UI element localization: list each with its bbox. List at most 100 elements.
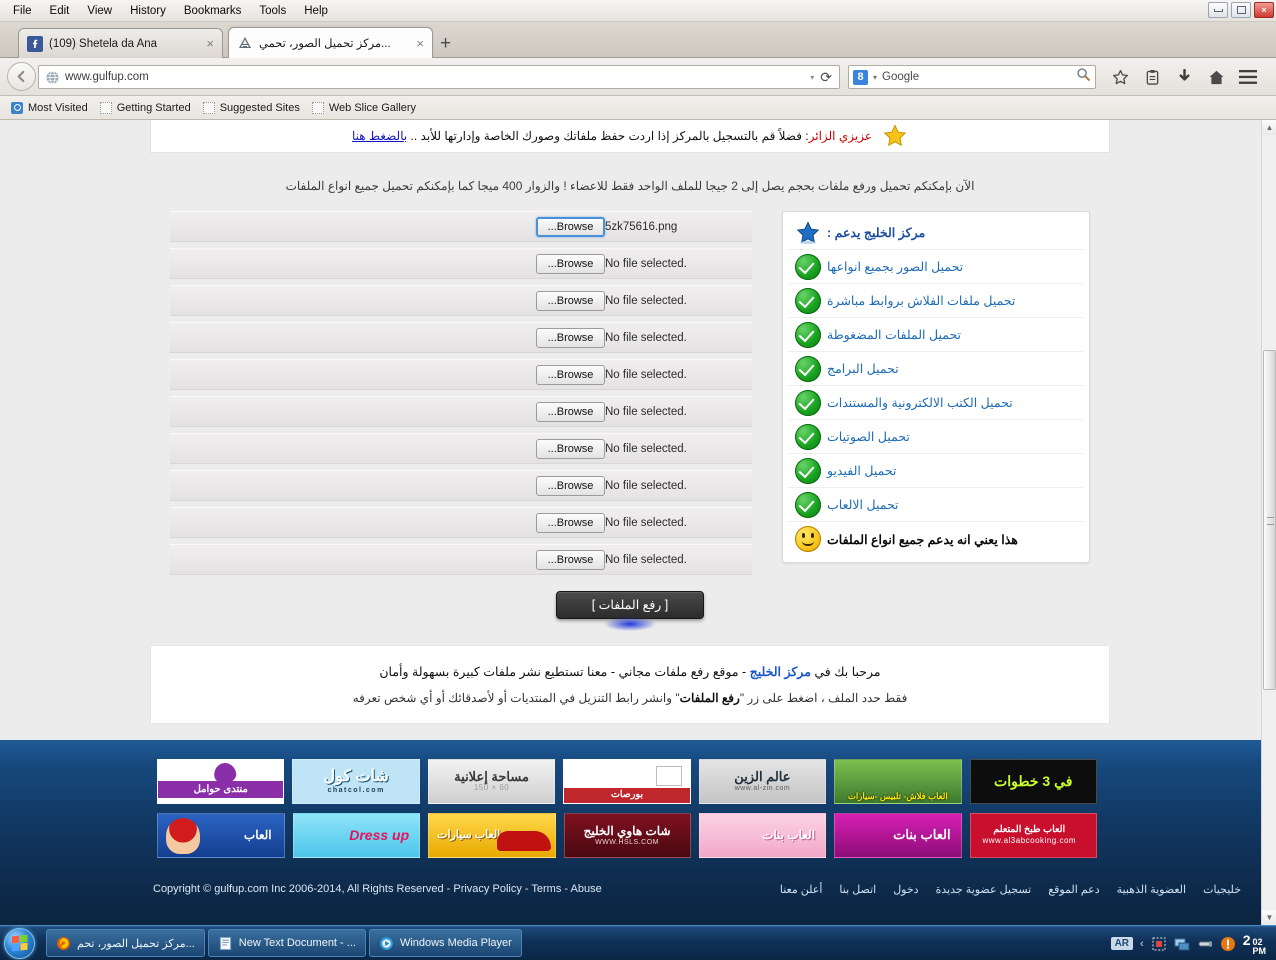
reading-list-icon[interactable] [1136,65,1168,89]
search-bar[interactable]: 8 ▾ Google [848,65,1096,89]
ad-banner[interactable]: شات هاوي الخليج WWW.HSLS.COM [563,813,691,858]
ad-banners: منتدى حوامل شات كول chatcol.com مساحة إع… [157,759,1097,867]
ad-banner[interactable]: العاب طبخ المتعلم www.al3abcooking.com [969,813,1097,858]
vertical-scrollbar[interactable]: ▲ ▼ [1261,120,1276,925]
browse-button[interactable]: Browse... [536,512,605,533]
footer-link-support[interactable]: دعم الموقع [1048,883,1099,896]
footer-link-khalijiyat[interactable]: خليجيات [1203,883,1241,896]
upload-row[interactable]: Browse... No file selected. [170,470,752,501]
downloads-icon[interactable] [1168,65,1200,89]
upload-row[interactable]: Browse... No file selected. [170,359,752,390]
footer-link-login[interactable]: دخول [893,883,918,896]
footer-link-register[interactable]: تسجيل عضوية جديدة [936,883,1032,896]
clock[interactable]: 2 02 PM [1243,932,1272,956]
display-icon[interactable] [1174,936,1190,952]
back-button[interactable] [7,62,36,91]
upload-row[interactable]: Browse... No file selected. [170,248,752,279]
upload-row[interactable]: Browse... No file selected. [170,507,752,538]
new-tab-button[interactable]: + [440,34,451,53]
task-notepad[interactable]: New Text Document - ... [207,929,366,957]
restore-button[interactable] [1231,2,1251,18]
browse-button[interactable]: Browse... [536,253,605,274]
ad-banner[interactable]: العاب بنات [834,813,962,858]
menu-edit[interactable]: Edit [41,3,79,19]
browse-button[interactable]: Browse... [536,216,605,237]
reload-icon[interactable]: ⟳ [820,69,832,86]
minimize-button[interactable] [1208,2,1228,18]
upload-row[interactable]: Browse... 5zk75616.png [170,211,752,242]
bookmark-star-icon[interactable] [1104,65,1136,89]
bookmark-getting-started[interactable]: Getting Started [95,100,196,116]
ad-banner[interactable]: مساحة إعلانية 60 × 150 [427,759,556,804]
footer-link-advertise[interactable]: أعلن معنا [780,883,823,896]
ad-banner[interactable]: شات كول chatcol.com [292,759,420,804]
action-center-icon[interactable] [1220,936,1236,952]
scroll-up-arrow-icon[interactable]: ▲ [1262,120,1276,135]
bookmark-suggested-sites[interactable]: Suggested Sites [198,100,305,116]
language-indicator[interactable]: AR [1110,937,1134,950]
upload-row[interactable]: Browse... No file selected. [170,285,752,316]
browse-button[interactable]: Browse... [536,364,605,385]
upload-row[interactable]: Browse... No file selected. [170,322,752,353]
ad-label: بورصات [564,788,690,803]
address-bar[interactable]: www.gulfup.com ▾ ⟳ [38,65,840,89]
menu-view[interactable]: View [78,3,121,19]
ad-banner[interactable]: في 3 خطوات [969,759,1097,804]
network-icon[interactable] [1151,936,1167,952]
upload-row[interactable]: Browse... No file selected. [170,544,752,575]
close-button[interactable]: × [1254,2,1274,18]
tab-gulfup[interactable]: مركز تحميل الصور، تحمي... × [228,27,433,58]
menu-icon[interactable] [1232,65,1264,89]
browse-button[interactable]: Browse... [536,327,605,348]
footer-link-contact[interactable]: اتصل بنا [839,883,876,896]
close-icon[interactable]: × [416,37,424,50]
task-windows-media-player[interactable]: Windows Media Player [368,929,522,957]
menu-bookmarks[interactable]: Bookmarks [175,3,251,19]
ad-banner[interactable]: بورصات [563,759,691,804]
browse-button[interactable]: Browse... [536,475,605,496]
task-firefox[interactable]: مركز تحميل الصور، تحم... [46,929,205,957]
ad-banner[interactable]: العاب فلاش- تلبيس -سيارات [834,759,962,804]
ad-sub: www.al3abcooking.com [982,835,1077,845]
menu-history[interactable]: History [121,3,175,19]
scrollbar-thumb[interactable] [1263,350,1276,690]
welcome-site-name[interactable]: مركز الخليج [750,665,811,679]
notice-link[interactable]: بالضغط هنا [352,129,407,143]
search-input[interactable]: Google [882,71,1076,83]
scroll-down-arrow-icon[interactable]: ▼ [1262,910,1276,925]
chevron-down-icon[interactable]: ▾ [873,73,877,82]
menu-file[interactable]: File [4,3,41,19]
ad-banner[interactable]: منتدى حوامل [157,759,285,804]
ad-banner[interactable]: Dress up [292,813,421,858]
search-icon[interactable] [1076,67,1091,87]
window-controls: × [1208,2,1274,18]
chevron-left-icon[interactable]: ‹ [1140,938,1144,950]
browse-button[interactable]: Browse... [536,549,605,570]
upload-row[interactable]: Browse... No file selected. [170,433,752,464]
footer-link-gold-membership[interactable]: العضوية الذهبية [1117,883,1186,896]
close-icon[interactable]: × [206,37,214,50]
home-icon[interactable] [1200,65,1232,89]
tab-facebook[interactable]: (109) Shetela da Ana × [18,28,223,58]
ad-banner[interactable]: عالم الزين www.al-zin.com [698,759,827,804]
browse-button[interactable]: Browse... [536,438,605,459]
upload-files-button[interactable]: [ رفع الملفات ] [556,591,704,619]
volume-icon[interactable] [1197,936,1213,952]
ad-banner[interactable]: العاب بنات [698,813,827,858]
bookmark-most-visited[interactable]: Most Visited [6,100,93,116]
bookmark-web-slice-gallery[interactable]: Web Slice Gallery [307,100,421,116]
tab-label: (109) Shetela da Ana [49,37,158,50]
ad-label: مساحة إعلانية [454,768,529,784]
chevron-down-icon[interactable]: ▾ [810,73,814,82]
browse-button[interactable]: Browse... [536,290,605,311]
support-footer-label: هذا يعني انه يدعم جميع انواع الملفات [827,532,1018,547]
ad-banner[interactable]: العاب سيارات [428,813,556,858]
menu-tools[interactable]: Tools [250,3,295,19]
menu-help[interactable]: Help [295,3,337,19]
support-item: تحميل الملفات المضغوطة [789,318,1083,352]
ad-banner[interactable]: العاب [157,813,285,858]
browse-button[interactable]: Browse... [536,401,605,422]
ad-row-2: العاب Dress up العاب سيارات شات هاوي الخ… [157,813,1097,858]
start-button[interactable] [4,928,35,959]
upload-row[interactable]: Browse... No file selected. [170,396,752,427]
